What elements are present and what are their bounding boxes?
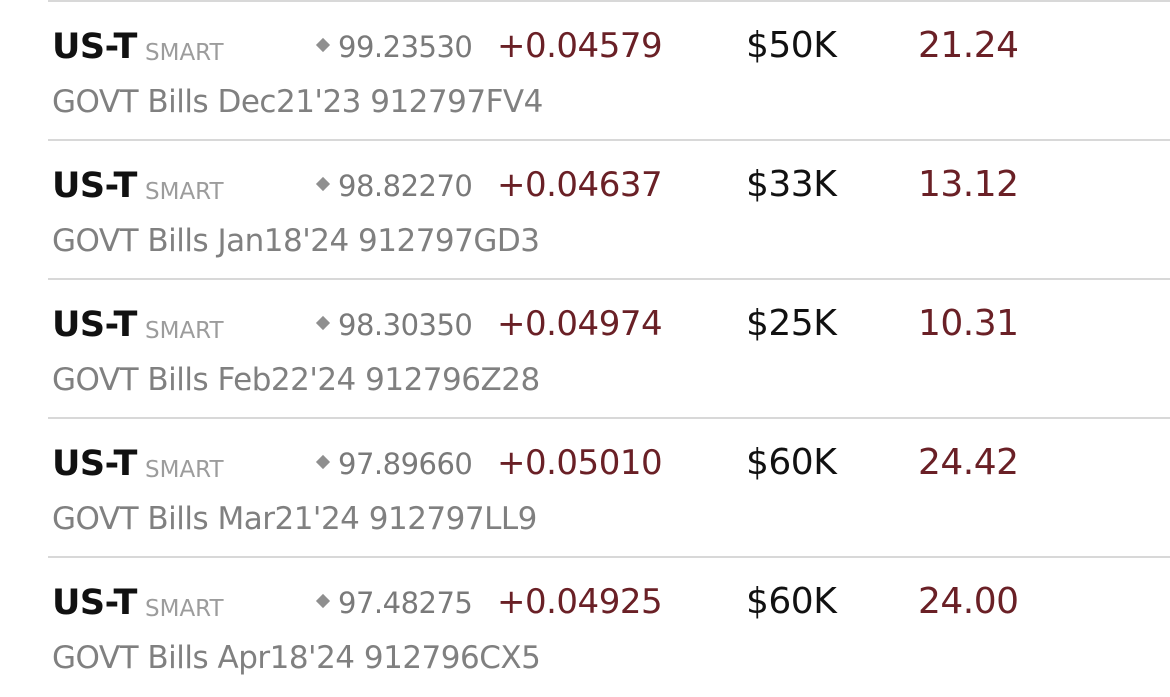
exchange-label: SMART bbox=[145, 596, 224, 622]
diamond-icon bbox=[315, 37, 331, 53]
last-price: 97.48275 bbox=[338, 586, 473, 620]
symbol: US-T bbox=[52, 27, 137, 67]
diamond-icon bbox=[315, 454, 331, 470]
position-size: $60K bbox=[746, 581, 837, 622]
instrument-description: GOVT Bills Apr18'24 912796CX5 bbox=[52, 640, 541, 676]
instrument-description: GOVT Bills Dec21'23 912797FV4 bbox=[52, 84, 543, 120]
position-size: $60K bbox=[746, 442, 837, 483]
position-size: $33K bbox=[746, 164, 837, 205]
diamond-icon bbox=[315, 176, 331, 192]
diamond-icon bbox=[315, 593, 331, 609]
position-size: $50K bbox=[746, 25, 837, 66]
symbol: US-T bbox=[52, 166, 137, 206]
diamond-icon bbox=[315, 315, 331, 331]
position-metric: 24.00 bbox=[918, 581, 1019, 622]
instrument-description: GOVT Bills Jan18'24 912797GD3 bbox=[52, 223, 540, 259]
price-change: +0.05010 bbox=[497, 443, 663, 483]
exchange-label: SMART bbox=[145, 179, 224, 205]
position-row-2[interactable]: US-T SMART 98.82270 +0.04637 $33K 13.12 … bbox=[0, 141, 1170, 280]
exchange-label: SMART bbox=[145, 318, 224, 344]
position-metric: 13.12 bbox=[918, 164, 1019, 205]
exchange-label: SMART bbox=[145, 40, 224, 66]
symbol: US-T bbox=[52, 305, 137, 345]
price-change: +0.04925 bbox=[497, 582, 663, 622]
last-price: 99.23530 bbox=[338, 30, 473, 64]
last-price: 97.89660 bbox=[338, 447, 473, 481]
position-row-4[interactable]: US-T SMART 97.89660 +0.05010 $60K 24.42 … bbox=[0, 419, 1170, 558]
price-change: +0.04579 bbox=[497, 26, 663, 66]
position-metric: 10.31 bbox=[918, 303, 1019, 344]
last-price: 98.30350 bbox=[338, 308, 473, 342]
symbol: US-T bbox=[52, 583, 137, 623]
position-row-1[interactable]: US-T SMART 99.23530 +0.04579 $50K 21.24 … bbox=[0, 2, 1170, 141]
exchange-label: SMART bbox=[145, 457, 224, 483]
instrument-description: GOVT Bills Mar21'24 912797LL9 bbox=[52, 501, 537, 537]
position-metric: 24.42 bbox=[918, 442, 1019, 483]
price-change: +0.04637 bbox=[497, 165, 663, 205]
last-price: 98.82270 bbox=[338, 169, 473, 203]
instrument-description: GOVT Bills Feb22'24 912796Z28 bbox=[52, 362, 540, 398]
position-size: $25K bbox=[746, 303, 837, 344]
position-row-3[interactable]: US-T SMART 98.30350 +0.04974 $25K 10.31 … bbox=[0, 280, 1170, 419]
position-metric: 21.24 bbox=[918, 25, 1019, 66]
price-change: +0.04974 bbox=[497, 304, 663, 344]
position-row-5[interactable]: US-T SMART 97.48275 +0.04925 $60K 24.00 … bbox=[0, 558, 1170, 697]
positions-list: US-T SMART 99.23530 +0.04579 $50K 21.24 … bbox=[0, 0, 1170, 692]
symbol: US-T bbox=[52, 444, 137, 484]
